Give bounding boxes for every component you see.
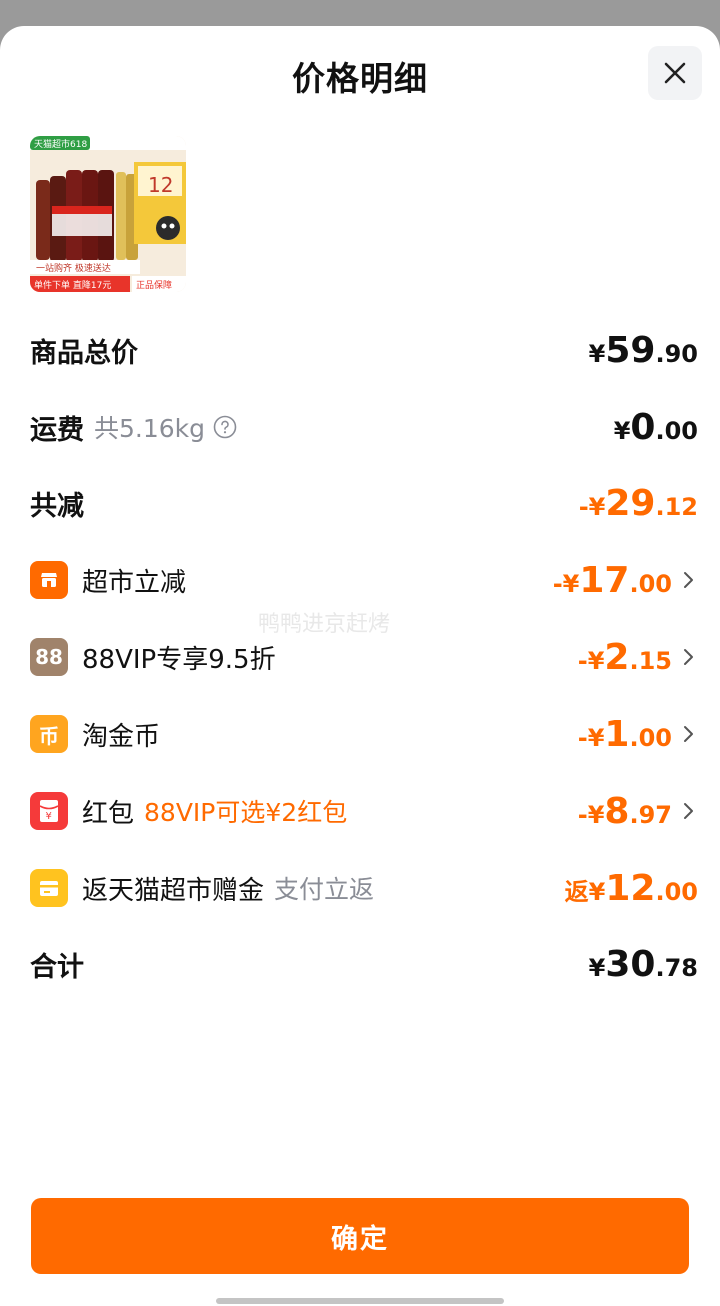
price-decimal: .00 bbox=[655, 877, 698, 906]
price-decimal: .97 bbox=[629, 800, 672, 829]
price-detail-sheet: 价格明细 天猫超市618 12 一站购齐 极速送达 单件下单 直降17元 正品保… bbox=[0, 26, 720, 1306]
goods-total-price: ¥ 59 .90 bbox=[589, 330, 698, 371]
red-packet-row[interactable]: ¥ 红包 88VIP可选¥2红包 -¥ 8 .97 bbox=[30, 781, 698, 841]
chevron-right-icon[interactable] bbox=[682, 801, 698, 821]
price-currency: -¥ bbox=[552, 569, 580, 598]
price-integer: 0 bbox=[630, 406, 656, 448]
supermarket-discount-row[interactable]: 超市立减 -¥ 17 .00 bbox=[30, 550, 698, 610]
price-currency: -¥ bbox=[577, 646, 605, 675]
price-integer: 30 bbox=[605, 943, 656, 985]
price-integer: 59 bbox=[605, 329, 656, 371]
red-packet-price: -¥ 8 .97 bbox=[578, 791, 672, 832]
price-currency: ¥ bbox=[588, 339, 606, 368]
price-decimal: .90 bbox=[655, 339, 698, 368]
home-indicator[interactable] bbox=[216, 1298, 504, 1304]
grand-total-price: ¥ 30 .78 bbox=[589, 944, 698, 985]
image-banner-line2: 单件下单 直降17元 bbox=[34, 279, 111, 291]
red-packet-icon: ¥ bbox=[30, 792, 68, 830]
price-currency: -¥ bbox=[578, 492, 606, 521]
price-currency: ¥ bbox=[588, 953, 606, 982]
chevron-right-icon[interactable] bbox=[682, 724, 698, 744]
vip88-icon: 88 bbox=[30, 638, 68, 676]
price-decimal: .00 bbox=[629, 723, 672, 752]
grand-total-row: 合计 ¥ 30 .78 bbox=[30, 934, 698, 994]
vip-discount-price: -¥ 2 .15 bbox=[578, 637, 672, 678]
confirm-button[interactable]: 确定 bbox=[31, 1198, 689, 1274]
price-integer: 8 bbox=[604, 790, 630, 832]
vip-discount-label: 88VIP专享9.5折 bbox=[82, 644, 276, 675]
shipping-price: ¥ 0 .00 bbox=[614, 407, 698, 448]
total-discount-price: -¥ 29 .12 bbox=[579, 483, 698, 524]
watermark: 鸭鸭进京赶烤 bbox=[258, 612, 391, 637]
cashback-note: 支付立返 bbox=[274, 875, 375, 904]
grand-total-label: 合计 bbox=[30, 951, 84, 983]
price-integer: 2 bbox=[604, 636, 630, 678]
cashback-label: 返天猫超市赠金 bbox=[82, 875, 265, 906]
product-thumbnail[interactable]: 天猫超市618 12 一站购齐 极速送达 单件下单 直降17元 正品保障 bbox=[30, 136, 186, 292]
price-decimal: .00 bbox=[629, 569, 672, 598]
price-integer: 17 bbox=[579, 559, 630, 601]
price-currency: -¥ bbox=[577, 723, 605, 752]
page-title: 价格明细 bbox=[292, 59, 428, 98]
price-currency: ¥ bbox=[613, 416, 631, 445]
shop-icon bbox=[30, 561, 68, 599]
chevron-right-icon[interactable] bbox=[682, 647, 698, 667]
price-integer: 12 bbox=[605, 867, 656, 909]
total-discount-label: 共减 bbox=[30, 490, 84, 522]
supermarket-discount-price: -¥ 17 .00 bbox=[553, 560, 672, 601]
red-packet-label: 红包 bbox=[82, 798, 135, 829]
price-decimal: .12 bbox=[655, 492, 698, 521]
gold-coin-price: -¥ 1 .00 bbox=[578, 714, 672, 755]
close-button[interactable] bbox=[648, 46, 702, 100]
gold-coin-row[interactable]: 币 淘金币 -¥ 1 .00 bbox=[30, 704, 698, 764]
close-icon bbox=[664, 62, 686, 84]
total-discount-row: 共减 -¥ 29 .12 bbox=[30, 473, 698, 533]
coin-icon: 币 bbox=[30, 715, 68, 753]
image-banner-line1: 一站购齐 极速送达 bbox=[36, 262, 111, 274]
gold-coin-label: 淘金币 bbox=[82, 721, 161, 752]
chevron-right-icon[interactable] bbox=[682, 570, 698, 590]
image-banner-line3: 正品保障 bbox=[136, 279, 172, 291]
price-decimal: .15 bbox=[629, 646, 672, 675]
goods-total-row: 商品总价 ¥ 59 .90 bbox=[30, 320, 698, 380]
gift-card-icon bbox=[30, 869, 68, 907]
price-currency: 返¥ bbox=[564, 877, 606, 906]
shipping-label: 运费 bbox=[30, 414, 84, 446]
image-badge: 天猫超市618 bbox=[34, 138, 87, 150]
goods-total-label: 商品总价 bbox=[30, 337, 138, 369]
cashback-row: 返天猫超市赠金 支付立返 返¥ 12 .00 bbox=[30, 858, 698, 918]
price-currency: -¥ bbox=[577, 800, 605, 829]
product-image: 天猫超市618 12 一站购齐 极速送达 单件下单 直降17元 正品保障 bbox=[30, 136, 186, 292]
red-packet-option[interactable]: 88VIP可选¥2红包 bbox=[144, 793, 347, 829]
red-packet-icon-glyph: ¥ bbox=[46, 811, 52, 822]
shipping-row: 运费 共5.16kg ¥ 0 .00 bbox=[30, 397, 698, 457]
price-integer: 29 bbox=[605, 482, 656, 524]
cashback-price: 返¥ 12 .00 bbox=[565, 868, 698, 909]
help-circle-icon[interactable] bbox=[213, 415, 237, 439]
price-decimal: .00 bbox=[655, 416, 698, 445]
price-integer: 1 bbox=[604, 713, 630, 755]
image-pack-label: 12 bbox=[148, 173, 173, 197]
price-decimal: .78 bbox=[655, 953, 698, 982]
supermarket-discount-label: 超市立减 bbox=[82, 567, 187, 598]
shipping-weight: 共5.16kg bbox=[94, 414, 206, 443]
